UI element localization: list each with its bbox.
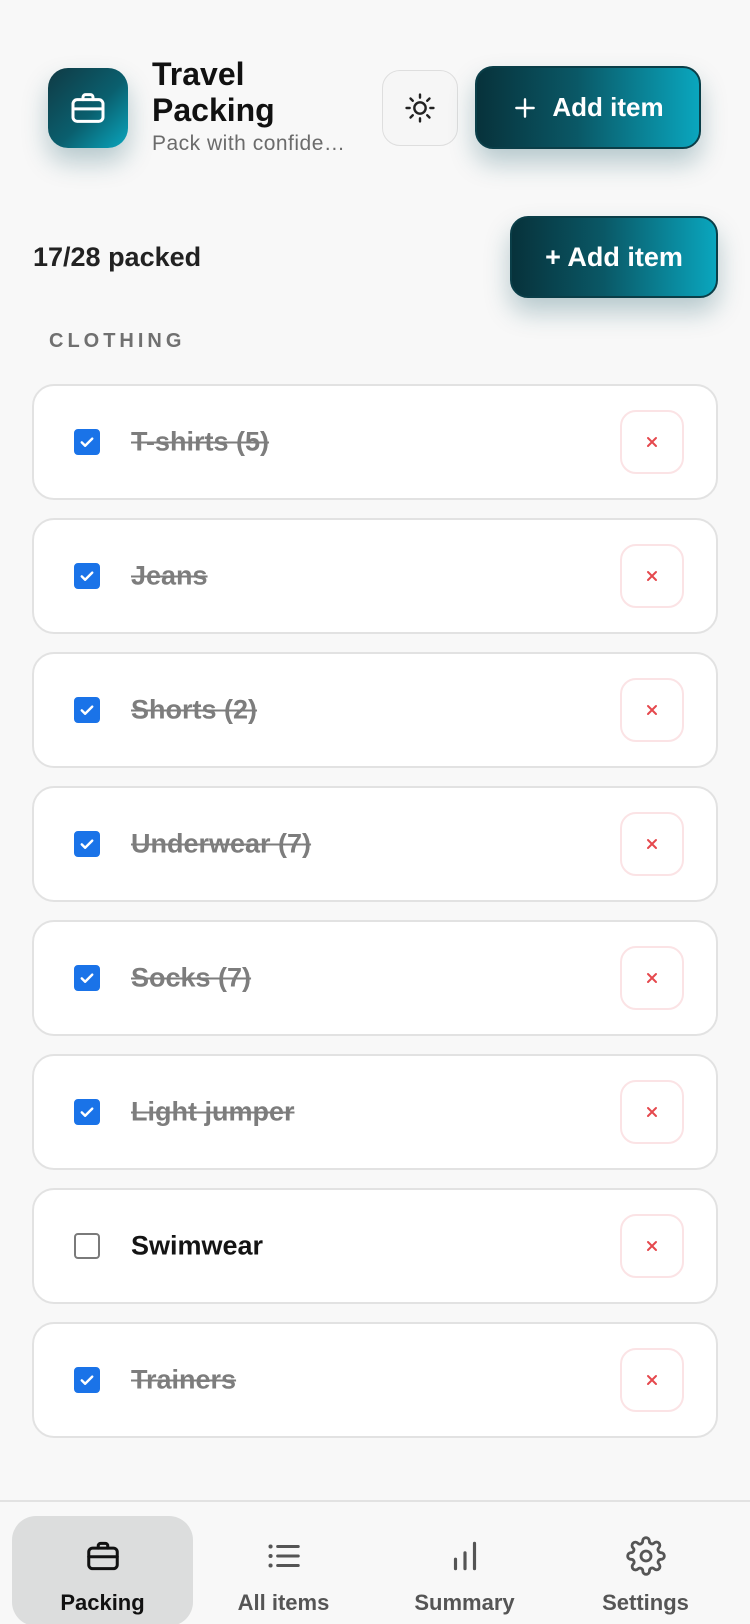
remove-item-button[interactable] [620,812,684,876]
app-logo [48,68,128,148]
checkmark-icon [80,705,94,715]
app-screen: Travel Packing Pack with confidence Add … [0,0,750,1624]
nav-tab-summary[interactable]: Summary [374,1516,555,1624]
nav-tab-settings[interactable]: Settings [555,1516,736,1624]
app-title: Travel Packing [152,56,275,128]
close-icon [647,839,657,849]
item-label: Shorts (2) [131,694,258,725]
item-label: Socks (7) [131,962,252,993]
bottom-nav: Packing All items Summary Settings [0,1500,750,1624]
app-header: Travel Packing Pack with confidence Add … [0,0,750,190]
close-icon [647,571,657,581]
close-icon [647,1107,657,1117]
nav-tab-packing[interactable]: Packing [12,1516,193,1624]
nav-label: Packing [60,1590,145,1615]
list-item: Trainers [32,1322,718,1438]
title-block: Travel Packing Pack with confidence [152,56,362,156]
list-item: Socks (7) [32,920,718,1036]
summary-row: 17/28 packed + Add item [0,210,750,300]
remove-item-button[interactable] [620,678,684,742]
add-item-label: Add item [552,92,664,122]
item-list: T-shirts (5) Jeans Shorts (2) Underwear … [32,384,718,1456]
checkmark-icon [80,1375,94,1385]
app-subtitle: Pack with confidence [152,132,357,155]
list-item: Underwear (7) [32,786,718,902]
category-heading: CLOTHING [49,330,186,352]
remove-item-button[interactable] [620,1348,684,1412]
list-icon [267,1544,300,1568]
item-checkbox[interactable] [74,831,100,857]
checkmark-icon [80,1107,94,1117]
nav-label: Settings [602,1590,689,1615]
nav-label: All items [237,1590,330,1615]
item-checkbox[interactable] [74,1233,100,1259]
remove-item-button[interactable] [620,544,684,608]
checkmark-icon [80,839,94,849]
item-checkbox[interactable] [74,965,100,991]
item-label: Jeans [131,560,208,591]
nav-label: Summary [414,1590,515,1615]
add-item-button-header[interactable]: Add item [475,66,701,149]
list-item: Shorts (2) [32,652,718,768]
theme-toggle-button[interactable] [382,70,458,146]
list-item: Jeans [32,518,718,634]
item-checkbox[interactable] [74,1367,100,1393]
checkmark-icon [80,437,94,447]
close-icon [647,705,657,715]
item-checkbox[interactable] [74,1099,100,1125]
close-icon [647,1375,657,1385]
add-item-button[interactable]: + Add item [510,216,718,298]
sun-icon [405,93,435,123]
item-label: Light jumper [131,1096,295,1127]
remove-item-button[interactable] [620,946,684,1010]
item-checkbox[interactable] [74,563,100,589]
item-label: Swimwear [131,1230,264,1261]
close-icon [647,1241,657,1251]
suitcase-icon [71,93,105,123]
close-icon [647,437,657,447]
remove-item-button[interactable] [620,410,684,474]
item-checkbox[interactable] [74,697,100,723]
list-item: Light jumper [32,1054,718,1170]
list-item: Swimwear [32,1188,718,1304]
nav-tab-all-items[interactable]: All items [193,1516,374,1624]
checkmark-icon [80,571,94,581]
item-label: Underwear (7) [131,828,312,859]
checkmark-icon [80,973,94,983]
packed-count: 17/28 packed [33,242,202,272]
suitcase-icon [86,1541,119,1571]
bar-chart-icon [453,1541,476,1571]
remove-item-button[interactable] [620,1214,684,1278]
remove-item-button[interactable] [620,1080,684,1144]
plus-icon [515,97,536,118]
item-label: T-shirts (5) [131,426,270,457]
item-label: Trainers [131,1364,237,1395]
close-icon [647,973,657,983]
list-item: T-shirts (5) [32,384,718,500]
gear-icon [625,1536,666,1576]
item-checkbox[interactable] [74,429,100,455]
